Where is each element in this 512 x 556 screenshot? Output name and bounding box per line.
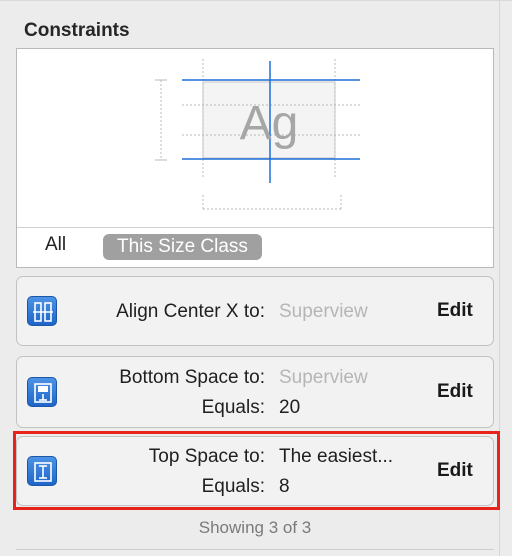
equals-label: Equals: bbox=[201, 397, 265, 418]
bottom-divider bbox=[16, 549, 494, 550]
section-title: Constraints bbox=[24, 20, 130, 41]
constraint-target: Superview bbox=[279, 367, 368, 388]
constraint-row-bottom-space[interactable]: Bottom Space to: Superview Equals: 20 Ed… bbox=[16, 356, 494, 428]
tab-this-size-class[interactable]: This Size Class bbox=[103, 234, 262, 260]
equals-value[interactable]: 20 bbox=[279, 397, 300, 419]
constraint-preview: Ag All This Size Class bbox=[16, 48, 494, 268]
align-center-x-icon bbox=[27, 296, 57, 326]
size-class-tabs: All This Size Class bbox=[17, 227, 493, 267]
constraint-target: Superview bbox=[279, 301, 368, 322]
preview-glyph: Ag bbox=[239, 97, 299, 150]
bottom-space-icon bbox=[27, 377, 57, 407]
top-divider bbox=[0, 0, 512, 1]
constraint-label: Align Center X to: bbox=[116, 301, 265, 322]
constraint-count-status: Showing 3 of 3 bbox=[198, 518, 312, 537]
edit-button[interactable]: Edit bbox=[437, 381, 473, 403]
selection-highlight bbox=[13, 431, 500, 510]
constraint-row-align-center-x[interactable]: Align Center X to: Superview Edit bbox=[16, 276, 494, 346]
edit-button[interactable]: Edit bbox=[437, 300, 473, 322]
constraint-label: Bottom Space to: bbox=[119, 367, 265, 388]
tab-all[interactable]: All bbox=[45, 234, 66, 256]
